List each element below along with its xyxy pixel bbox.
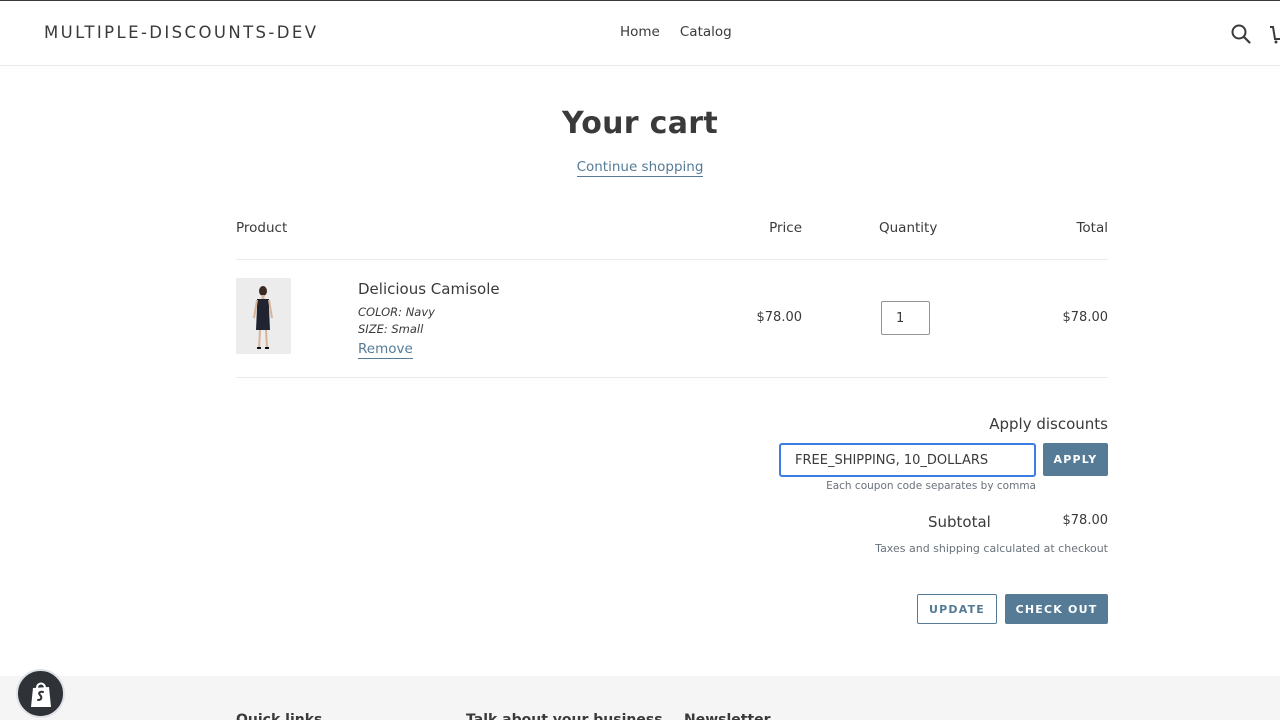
- item-price: $78.00: [756, 310, 803, 325]
- update-button[interactable]: UPDATE: [917, 594, 997, 624]
- site-header: MULTIPLE-DISCOUNTS-DEV Home Catalog: [0, 1, 1280, 66]
- divider: [236, 377, 1108, 378]
- product-option-color: COLOR: Navy: [358, 305, 435, 319]
- divider: [236, 259, 1108, 260]
- remove-link[interactable]: Remove: [358, 341, 413, 359]
- store-logo-link[interactable]: MULTIPLE-DISCOUNTS-DEV: [44, 23, 318, 42]
- cart-icon[interactable]: [1268, 23, 1280, 45]
- shopify-bag-icon[interactable]: [16, 669, 65, 718]
- product-image[interactable]: [236, 278, 291, 354]
- continue-shopping-link[interactable]: Continue shopping: [576, 159, 704, 177]
- coupon-hint: Each coupon code separates by comma: [826, 480, 1036, 492]
- product-title[interactable]: Delicious Camisole: [358, 280, 500, 298]
- apply-discounts-title: Apply discounts: [989, 415, 1108, 433]
- item-total: $78.00: [1062, 310, 1109, 325]
- site-footer: Quick links Talk about your business New…: [0, 676, 1280, 720]
- col-header-quantity: Quantity: [879, 220, 938, 236]
- search-icon[interactable]: [1230, 23, 1252, 45]
- footer-heading-quick-links: Quick links: [236, 712, 323, 720]
- footer-heading-business: Talk about your business: [466, 712, 663, 720]
- col-header-product: Product: [236, 220, 288, 236]
- main-nav: Home Catalog: [610, 24, 742, 40]
- col-header-price: Price: [769, 220, 802, 236]
- nav-home[interactable]: Home: [610, 24, 670, 40]
- subtotal-label: Subtotal: [928, 513, 991, 531]
- quantity-input[interactable]: [881, 301, 930, 335]
- checkout-button[interactable]: CHECK OUT: [1005, 594, 1108, 624]
- col-header-total: Total: [1076, 220, 1108, 236]
- continue-shopping: Continue shopping: [0, 156, 1280, 177]
- subtotal-value: $78.00: [1062, 513, 1109, 528]
- footer-heading-newsletter: Newsletter: [684, 712, 771, 720]
- taxes-note: Taxes and shipping calculated at checkou…: [875, 542, 1108, 555]
- page-title: Your cart: [561, 106, 719, 141]
- nav-catalog[interactable]: Catalog: [670, 24, 742, 40]
- coupon-input[interactable]: [779, 443, 1036, 477]
- product-option-size: SIZE: Small: [358, 322, 424, 336]
- apply-button[interactable]: APPLY: [1043, 443, 1108, 476]
